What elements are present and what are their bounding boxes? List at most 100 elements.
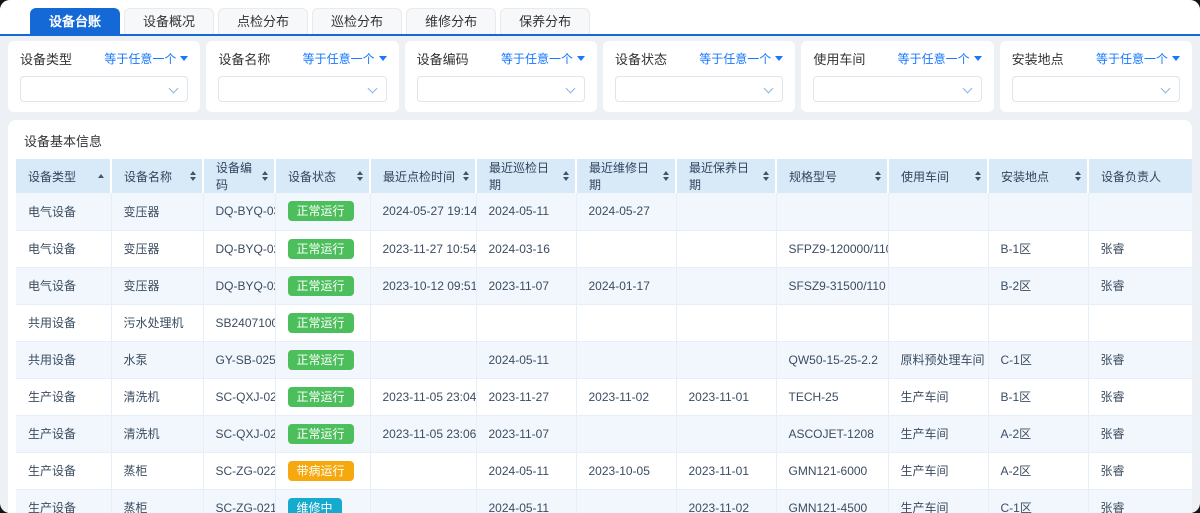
column-header-label: 设备类型 xyxy=(28,169,77,184)
column-header-location[interactable]: 安装地点 xyxy=(988,159,1089,193)
device-code-select[interactable] xyxy=(416,76,585,102)
column-header-model[interactable]: 规格型号 xyxy=(776,159,889,193)
sort-icon xyxy=(190,171,196,181)
cell-maintain-date xyxy=(676,193,777,231)
cell-workshop: 原料预处理车间 xyxy=(888,341,989,379)
device-status-select[interactable] xyxy=(614,76,784,102)
cell-manager: 张睿 xyxy=(1088,267,1192,305)
column-header-label: 设备名称 xyxy=(124,169,173,184)
column-header-label: 使用车间 xyxy=(901,169,950,184)
app-window: 设备台账 设备概况 点检分布 巡检分布 维修分布 保养分布 设备类型 等于任意一个 设备名称等… xyxy=(0,0,1200,513)
cell-manager xyxy=(1088,304,1192,342)
column-header-repair-date[interactable]: 最近维修日期 xyxy=(576,159,677,193)
cell-manager: 张睿 xyxy=(1088,378,1192,416)
device-name-select[interactable] xyxy=(218,76,387,102)
cell-repair-date xyxy=(576,304,677,342)
filter-operator-dropdown[interactable]: 等于任意一个 xyxy=(699,50,784,67)
cell-name: 清洗机 xyxy=(111,378,204,416)
cell-type: 生产设备 xyxy=(16,378,112,416)
table-card: 设备基本信息 设备类型 设备名称 设备编码 设备状态 最近点检时间 最近巡检日期 最近维修日… xyxy=(8,120,1192,513)
workshop-select[interactable] xyxy=(813,76,982,102)
cell-type: 生产设备 xyxy=(16,415,112,453)
cell-type: 电气设备 xyxy=(16,193,112,231)
sort-asc-icon xyxy=(98,174,104,178)
cell-type: 共用设备 xyxy=(16,304,112,342)
column-header-code[interactable]: 设备编码 xyxy=(203,159,276,193)
sort-icon xyxy=(357,171,363,181)
cell-workshop: 生产车间 xyxy=(888,452,989,490)
cell-model: SFPZ9-120000/110 xyxy=(776,230,889,268)
cell-code: SC-ZG-021 xyxy=(203,489,276,513)
cell-status: 正常运行 xyxy=(275,378,371,416)
status-badge: 正常运行 xyxy=(287,275,354,296)
cell-name: 清洗机 xyxy=(111,415,204,453)
cell-patrol-date: 2023-11-07 xyxy=(476,267,577,305)
column-header-patrol-date[interactable]: 最近巡检日期 xyxy=(476,159,577,193)
cell-location: B-1区 xyxy=(988,230,1089,268)
caret-down-icon xyxy=(576,56,585,61)
install-location-select[interactable] xyxy=(1011,76,1180,102)
cell-repair-date: 2023-11-02 xyxy=(576,378,677,416)
cell-patrol-date: 2024-03-16 xyxy=(476,230,577,268)
filter-label: 安装地点 xyxy=(1011,52,1064,67)
cell-maintain-date xyxy=(676,267,777,305)
cell-manager: 张睿 xyxy=(1088,415,1192,453)
device-type-select[interactable] xyxy=(20,76,189,102)
cell-check-time: 2023-11-05 23:06:29 xyxy=(370,415,477,453)
cell-workshop: 生产车间 xyxy=(888,378,989,416)
cell-check-time: 2023-11-27 10:54:42 xyxy=(370,230,477,268)
tab-repair-distribution[interactable]: 维修分布 xyxy=(406,8,497,34)
filter-operator-dropdown[interactable]: 等于任意一个 xyxy=(1096,50,1180,67)
tab-equipment-ledger[interactable]: 设备台账 xyxy=(30,8,121,34)
column-header-status[interactable]: 设备状态 xyxy=(275,159,371,193)
tab-patrol-distribution[interactable]: 巡检分布 xyxy=(312,8,403,34)
cell-maintain-date: 2023-11-01 xyxy=(676,452,777,490)
cell-location xyxy=(988,193,1089,231)
tab-maintenance-distribution[interactable]: 保养分布 xyxy=(500,8,591,34)
cell-status: 带病运行 xyxy=(275,452,371,490)
column-header-name[interactable]: 设备名称 xyxy=(111,159,204,193)
status-badge: 正常运行 xyxy=(287,312,354,333)
cell-type: 生产设备 xyxy=(16,489,112,513)
cell-repair-date: 2024-05-27 xyxy=(576,193,677,231)
cell-code: DQ-BYQ-032 xyxy=(203,193,276,231)
cell-patrol-date: 2023-11-27 xyxy=(476,378,577,416)
column-header-workshop[interactable]: 使用车间 xyxy=(888,159,989,193)
cell-model xyxy=(776,304,889,342)
cell-repair-date: 2024-01-17 xyxy=(576,267,677,305)
cell-workshop: 生产车间 xyxy=(888,489,989,513)
filter-operator-dropdown[interactable]: 等于任意一个 xyxy=(501,50,585,67)
column-header-check-time[interactable]: 最近点检时间 xyxy=(370,159,477,193)
chevron-down-icon xyxy=(565,83,576,94)
sort-icon xyxy=(563,171,569,181)
column-header-maintain-date[interactable]: 最近保养日期 xyxy=(676,159,777,193)
status-badge: 维修中 xyxy=(287,497,342,513)
cell-type: 电气设备 xyxy=(16,230,112,268)
sort-icon xyxy=(262,171,268,181)
tab-equipment-overview[interactable]: 设备概况 xyxy=(124,8,215,34)
cell-status: 正常运行 xyxy=(275,415,371,453)
filter-label: 设备名称 xyxy=(218,52,271,67)
column-header-type[interactable]: 设备类型 xyxy=(16,159,112,193)
filter-operator-dropdown[interactable]: 等于任意一个 xyxy=(303,50,387,67)
status-badge: 正常运行 xyxy=(287,349,354,370)
tab-spot-check-distribution[interactable]: 点检分布 xyxy=(218,8,309,34)
cell-status: 正常运行 xyxy=(275,230,371,268)
cell-manager: 张睿 xyxy=(1088,452,1192,490)
cell-status: 正常运行 xyxy=(275,267,371,305)
cell-name: 变压器 xyxy=(111,267,204,305)
cell-name: 蒸柜 xyxy=(111,489,204,513)
table-row: 共用设备 水泵 GY-SB-025 正常运行 2024-05-11 QW50-15-25-… xyxy=(16,341,1192,379)
cell-manager: 张睿 xyxy=(1088,489,1192,513)
section-title: 设备基本信息 xyxy=(24,134,103,149)
filter-label: 设备状态 xyxy=(614,52,667,67)
cell-model xyxy=(776,193,889,231)
filter-label: 设备编码 xyxy=(416,52,469,67)
caret-down-icon xyxy=(378,56,387,61)
column-header-label: 设备负责人 xyxy=(1101,169,1162,184)
filter-operator-dropdown[interactable]: 等于任意一个 xyxy=(104,50,189,67)
status-badge: 正常运行 xyxy=(287,201,354,222)
column-header-label: 最近保养日期 xyxy=(689,161,750,192)
caret-down-icon xyxy=(180,56,189,61)
filter-operator-dropdown[interactable]: 等于任意一个 xyxy=(898,50,982,67)
